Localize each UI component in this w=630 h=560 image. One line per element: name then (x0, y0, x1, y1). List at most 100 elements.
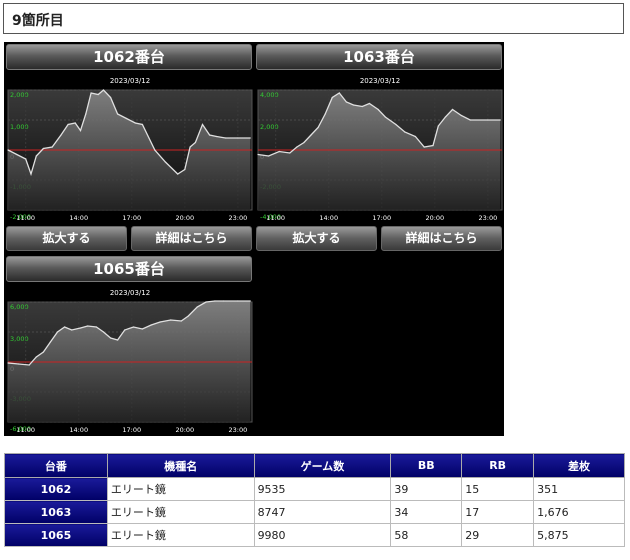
x-tick-label: 20:00 (175, 214, 194, 222)
graph-title-1062: 1062番台 (6, 44, 252, 70)
x-tick-label: 11:00 (16, 214, 35, 222)
data-point (170, 319, 172, 321)
data-point (237, 137, 239, 139)
x-tick-label: 23:00 (478, 214, 497, 222)
data-point (444, 116, 447, 118)
data-point (18, 363, 20, 365)
x-tick-label: 14:00 (69, 426, 88, 434)
data-point (79, 129, 82, 132)
data-point (141, 123, 143, 126)
data-point (237, 300, 239, 302)
data-point (361, 105, 363, 108)
data-point (30, 173, 32, 175)
data-point (125, 117, 128, 120)
data-point (35, 155, 37, 157)
x-tick-label: 14:00 (319, 214, 338, 222)
x-tick-label: 23:00 (228, 214, 247, 222)
data-point (268, 155, 270, 157)
data-point (249, 137, 251, 139)
table-row: 1065 エリート鏡 9980 58 29 5,875 (4, 523, 625, 547)
data-point (90, 92, 92, 94)
header-cell: ゲーム数 (253, 453, 392, 478)
x-tick-label: 20:00 (425, 214, 444, 222)
data-point (102, 89, 105, 91)
table-cell: 39 (390, 477, 463, 501)
data-point (7, 149, 9, 151)
x-tick-label: 17:00 (372, 214, 391, 222)
data-point (223, 300, 225, 302)
table-cell: エリート鏡 (106, 477, 255, 501)
table-cell: 15 (461, 477, 535, 501)
detail-button-1063[interactable]: 詳細はこちら (381, 226, 502, 251)
data-point (404, 131, 406, 133)
data-point (97, 93, 99, 96)
graph-panel: 1062番台 2023/03/122,0001,0000-1,000-2,000… (4, 42, 504, 436)
table-cell: エリート鏡 (106, 523, 255, 547)
data-point (278, 150, 280, 153)
data-point (310, 134, 312, 136)
data-point (469, 119, 471, 121)
data-point (102, 331, 105, 333)
data-point (177, 173, 179, 175)
zoom-button-1062[interactable]: 拡大する (6, 226, 127, 251)
data-point (132, 326, 135, 328)
data-point (7, 362, 9, 364)
machine-number-cell[interactable]: 1062 (4, 477, 108, 501)
header-cell: BB (390, 453, 463, 478)
table-row: 1063 エリート鏡 8747 34 17 1,676 (4, 500, 625, 524)
machine-number-cell[interactable]: 1065 (4, 523, 108, 547)
data-point (338, 92, 340, 94)
data-point (67, 123, 69, 126)
graph-title-1063: 1063番台 (256, 44, 502, 70)
data-point (352, 104, 355, 106)
data-point (141, 328, 143, 330)
chart-1063: 2023/03/124,0002,0000-2,000-4,00011:0014… (257, 77, 503, 222)
zoom-button-1063[interactable]: 拡大する (256, 226, 377, 251)
data-point (42, 351, 44, 353)
data-point (51, 146, 53, 148)
table-cell: エリート鏡 (106, 500, 255, 524)
table-cell: 9535 (253, 477, 392, 501)
data-point (124, 329, 126, 331)
data-point (28, 364, 30, 366)
table-cell: 34 (390, 500, 463, 524)
data-point (74, 122, 76, 124)
machine-number-cell[interactable]: 1063 (4, 500, 108, 524)
data-point (109, 337, 112, 339)
data-point (154, 149, 156, 151)
data-point (71, 329, 73, 331)
section-title: 9箇所目 (3, 3, 624, 34)
data-point (395, 123, 397, 126)
data-point (196, 306, 198, 308)
data-point (35, 356, 37, 358)
data-point (451, 108, 454, 111)
chart-date-label: 2023/03/12 (110, 77, 150, 85)
data-point (208, 134, 211, 136)
data-point (249, 300, 251, 302)
data-point (194, 141, 197, 144)
header-cell: RB (461, 453, 535, 478)
data-point (109, 96, 112, 99)
table-header-row: 台番 機種名 ゲーム数 BB RB 差枚 (4, 453, 625, 478)
data-point (432, 144, 434, 147)
header-cell: 台番 (4, 453, 108, 478)
data-point (257, 153, 259, 156)
data-point (79, 327, 82, 329)
data-point (150, 324, 152, 326)
data-point (423, 146, 425, 148)
data-point (63, 326, 66, 328)
table-cell: 351 (533, 477, 625, 501)
header-cell: 機種名 (106, 453, 255, 478)
detail-button-1062[interactable]: 詳細はこちら (131, 226, 252, 251)
data-point (159, 321, 161, 323)
data-point (56, 331, 59, 333)
data-point (224, 137, 227, 139)
chart-1062: 2023/03/122,0001,0000-1,000-2,00011:0014… (7, 77, 253, 222)
data-table: 台番 機種名 ゲーム数 BB RB 差枚 1062 エリート鏡 9535 39 … (4, 453, 625, 547)
x-tick-label: 14:00 (69, 214, 88, 222)
chart-date-label: 2023/03/12 (360, 77, 400, 85)
table-cell: 58 (390, 523, 463, 547)
data-point (117, 339, 119, 341)
data-point (201, 123, 204, 126)
table-cell: 5,875 (533, 523, 625, 547)
